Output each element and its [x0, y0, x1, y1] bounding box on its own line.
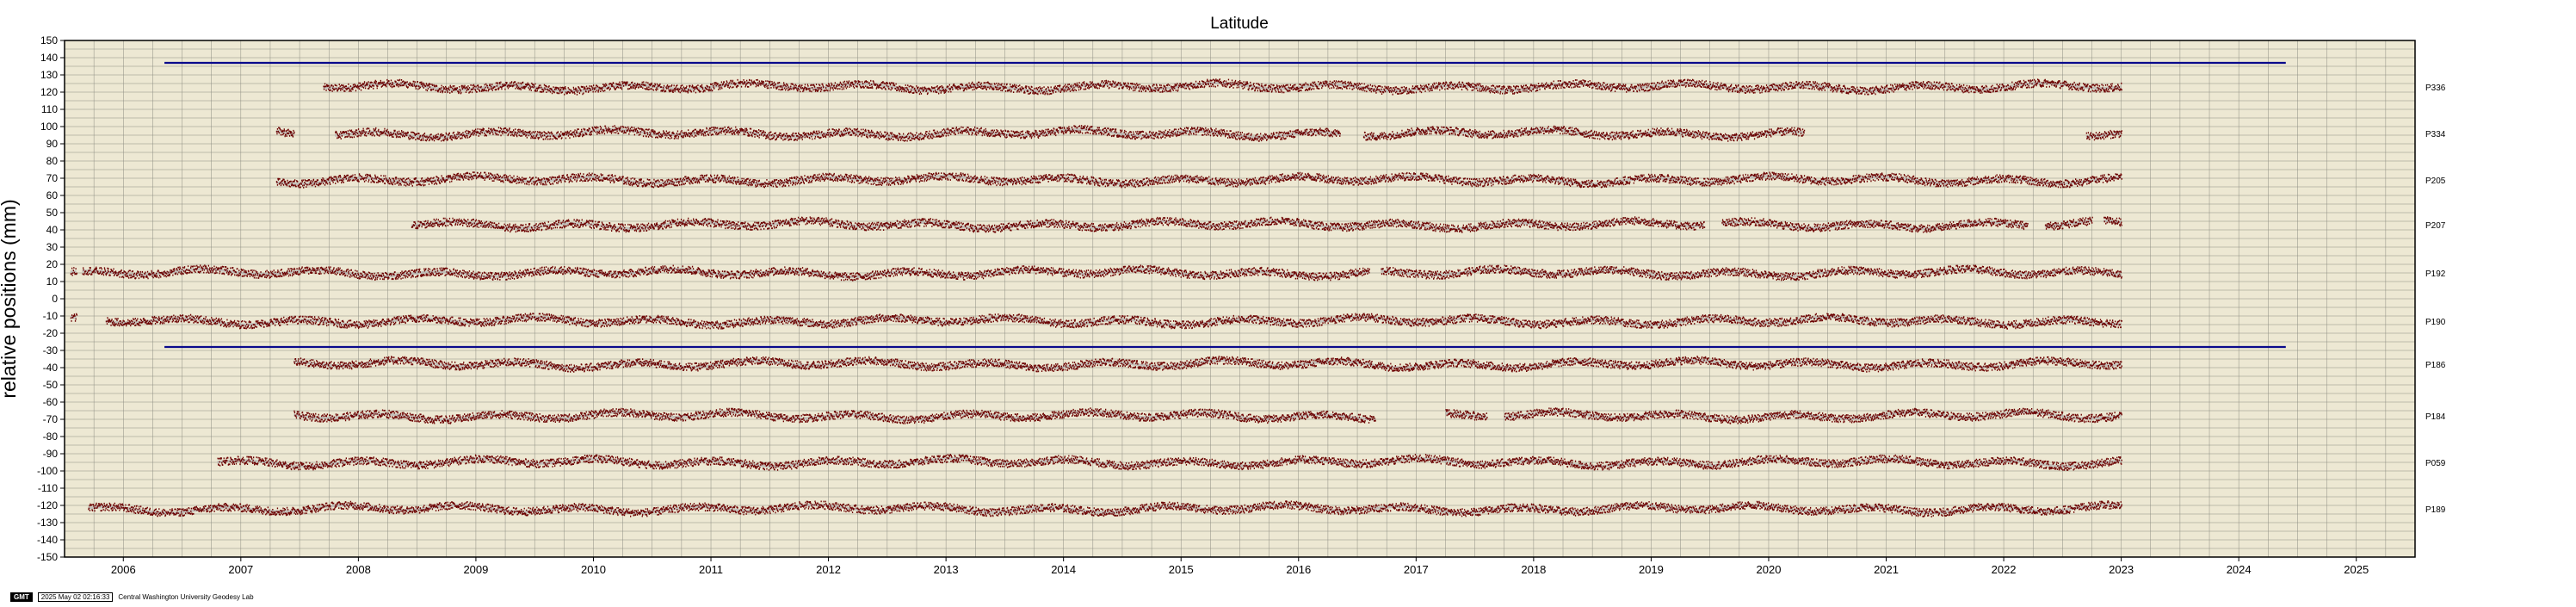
x-tick-label: 2019 [1639, 563, 1664, 576]
x-tick-label: 2014 [1051, 563, 1076, 576]
x-tick-label: 2013 [934, 563, 959, 576]
y-tick-label: 150 [40, 34, 58, 46]
y-tick-label: 60 [46, 189, 59, 201]
series-label: P192 [2425, 269, 2446, 279]
y-tick-label: -40 [43, 362, 59, 374]
x-tick-label: 2006 [111, 563, 136, 576]
gmt-logo: GMT [10, 592, 33, 602]
x-tick-label: 2007 [228, 563, 253, 576]
footer: GMT 2025 May 02 02:16:33 Central Washing… [10, 592, 254, 602]
y-tick-label: 110 [41, 103, 58, 115]
x-axis: 2006 2007 2008 2009 2010 2011 2012 2013 2014 2015… [111, 557, 2369, 576]
x-tick-label: 2011 [699, 563, 723, 576]
x-tick-label: 2024 [2227, 563, 2252, 576]
chart: 1501401301201101009080706050403020100-10… [0, 15, 2446, 576]
x-tick-label: 2017 [1404, 563, 1429, 576]
y-tick-label: -60 [43, 396, 59, 408]
credit: Central Washington University Geodesy La… [118, 593, 254, 601]
y-tick-label: 40 [46, 224, 59, 236]
y-tick-label: 20 [46, 258, 59, 270]
grid [64, 40, 2416, 558]
y-axis: 1501401301201101009080706050403020100-10… [37, 34, 65, 563]
y-tick-label: 90 [46, 138, 59, 150]
x-tick-label: 2016 [1286, 563, 1311, 576]
series-label: P186 [2425, 361, 2446, 370]
series-labels: P336 P334 P205 P207 P192 P190 P186 P184 P059 P189 [2425, 84, 2446, 515]
series-label: P190 [2425, 318, 2446, 327]
x-tick-label: 2008 [346, 563, 371, 576]
y-tick-label: -120 [37, 499, 58, 511]
y-tick-label: 70 [46, 172, 59, 184]
series-label: P184 [2425, 412, 2446, 422]
y-tick-label: -110 [38, 482, 58, 494]
y-tick-label: 30 [46, 241, 59, 253]
y-tick-label: -150 [37, 551, 58, 563]
y-tick-label: 130 [40, 69, 58, 81]
y-tick-label: -50 [43, 379, 59, 391]
x-tick-label: 2009 [463, 563, 488, 576]
fit-line [70, 269, 77, 274]
x-tick-label: 2021 [1874, 563, 1899, 576]
y-tick-label: -140 [37, 534, 58, 546]
y-tick-label: 100 [40, 121, 58, 133]
x-tick-label: 2020 [1757, 563, 1782, 576]
timestamp: 2025 May 02 02:16:33 [37, 592, 114, 602]
series-label: P336 [2425, 84, 2446, 93]
chart-title: Latitude [1210, 15, 1269, 33]
y-tick-label: -30 [43, 344, 59, 356]
y-tick-label: -130 [37, 517, 58, 529]
y-tick-label: -70 [43, 413, 59, 425]
y-tick-label: 0 [52, 293, 58, 305]
y-tick-label: -90 [43, 448, 59, 460]
x-tick-label: 2012 [816, 563, 841, 576]
series-label: P059 [2425, 459, 2446, 468]
x-tick-label: 2018 [1521, 563, 1546, 576]
y-tick-label: 50 [46, 207, 59, 219]
y-tick-label: 140 [40, 52, 58, 64]
series-label: P189 [2425, 505, 2446, 515]
series-label: P205 [2425, 177, 2446, 186]
y-tick-label: 80 [46, 155, 59, 167]
y-tick-label: -10 [43, 310, 59, 322]
y-tick-label: -100 [37, 465, 58, 477]
x-tick-label: 2022 [1992, 563, 2017, 576]
x-tick-label: 2010 [581, 563, 606, 576]
series-label: P334 [2425, 130, 2446, 139]
y-tick-label: 120 [40, 86, 58, 98]
y-tick-label: 10 [46, 276, 59, 288]
series-label: P207 [2425, 221, 2446, 231]
x-tick-label: 2025 [2344, 563, 2369, 576]
x-tick-label: 2023 [2109, 563, 2134, 576]
x-tick-label: 2015 [1169, 563, 1194, 576]
y-tick-label: -20 [43, 327, 59, 339]
y-axis-label: relative positions (mm) [0, 199, 20, 398]
y-tick-label: -80 [43, 430, 59, 443]
